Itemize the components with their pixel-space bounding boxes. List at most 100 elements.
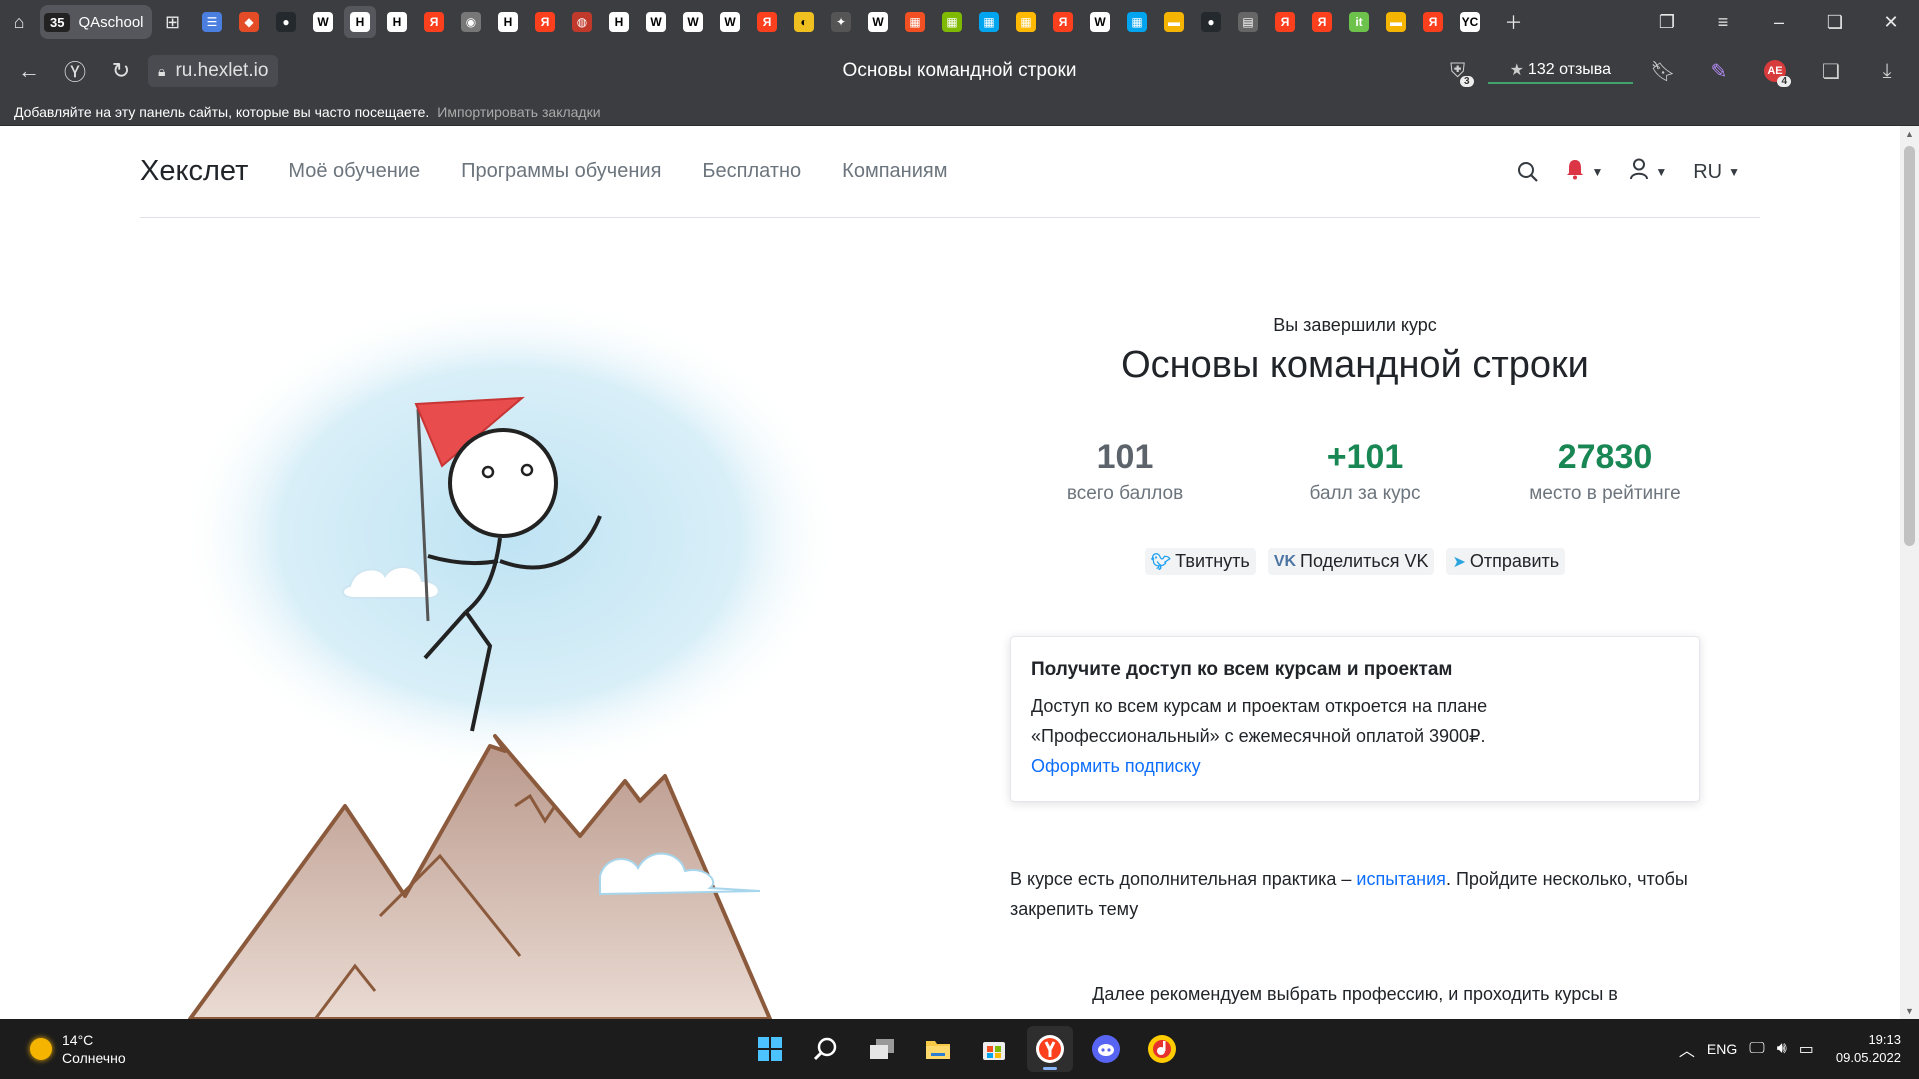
site-logo[interactable]: Хекслет [140,155,248,188]
home-icon[interactable]: ⌂ [0,3,38,41]
browser-tab[interactable]: W [1084,6,1116,38]
scroll-down-icon[interactable]: ▼ [1900,1003,1919,1019]
browser-tab[interactable]: Я [1306,6,1338,38]
subscription-card: Получите доступ ко всем курсам и проекта… [1010,636,1700,802]
yandex-icon[interactable]: Ⓨ [52,48,98,94]
store-icon[interactable] [971,1026,1017,1072]
browser-tab[interactable]: W [640,6,672,38]
page-scrollbar[interactable]: ▲ ▼ [1900,126,1919,1019]
browser-tab[interactable]: YC [1454,6,1486,38]
favicon-icon: ◐ [794,12,815,32]
yandex-browser-icon[interactable] [1027,1026,1073,1072]
browser-tab[interactable]: Я [751,6,783,38]
minimize-icon[interactable]: – [1751,3,1807,41]
browser-tab[interactable]: ◉ [455,6,487,38]
discord-icon[interactable] [1083,1026,1129,1072]
tab-group[interactable]: 35 QAschool [40,5,152,39]
favicon-icon: ▬ [1386,12,1407,32]
challenges-link[interactable]: испытания [1356,869,1446,889]
show-hidden-icons-icon[interactable]: ︿ [1679,1037,1695,1061]
menu-icon[interactable]: ≡ [1695,3,1751,41]
input-language[interactable]: ENG [1707,1041,1737,1057]
task-view-icon[interactable] [859,1026,905,1072]
vk-icon: VK [1273,552,1297,570]
back-icon[interactable]: ← [6,48,52,94]
bookmark-icon[interactable]: 🔖︎ [1637,49,1689,93]
search-icon[interactable] [803,1026,849,1072]
share-vk-button[interactable]: VK Поделиться VK [1267,548,1435,575]
browser-tab[interactable]: W [677,6,709,38]
browser-tab[interactable]: W [862,6,894,38]
start-icon[interactable] [747,1026,793,1072]
language-switcher[interactable]: RU ▼ [1693,161,1740,184]
browser-tab[interactable]: ◆ [233,6,265,38]
browser-tab[interactable]: Я [1417,6,1449,38]
browser-tab[interactable]: W [307,6,339,38]
favicon-icon: W [720,12,741,32]
browser-tab[interactable]: H [381,6,413,38]
browser-tab[interactable]: Я [418,6,450,38]
close-icon[interactable]: ✕ [1863,3,1919,41]
nav-free[interactable]: Бесплатно [702,160,801,183]
browser-tab[interactable]: H [344,6,377,38]
browser-tab[interactable]: Я [1047,6,1079,38]
browser-tab[interactable]: it [1343,6,1375,38]
browser-tab[interactable]: ▦ [1121,6,1153,38]
new-tab-icon[interactable]: ＋ [1495,3,1533,41]
volume-icon[interactable]: 🔊︎ [1777,1040,1787,1058]
scroll-up-icon[interactable]: ▲ [1900,126,1919,142]
file-explorer-icon[interactable] [915,1026,961,1072]
collections-icon[interactable]: ❐ [1639,3,1695,41]
weather-widget[interactable]: 14°C Солнечно [30,1031,126,1067]
feather-icon[interactable]: ✎ [1693,49,1745,93]
tweet-button[interactable]: 🐦︎ Твитнуть [1144,548,1256,575]
browser-tab[interactable]: ◐ [788,6,820,38]
nav-companies[interactable]: Компаниям [842,160,947,183]
address-bar-actions: ⛨ 3 ★ 132 отзыва 🔖︎ ✎ AE 4 ❏ ⤓ [1432,44,1919,98]
browser-tab[interactable]: ☰ [196,6,228,38]
display-icon[interactable]: 🖵︎ [1749,1040,1764,1058]
restore-icon[interactable]: ❏ [1807,3,1863,41]
music-icon[interactable] [1139,1026,1185,1072]
favicon-icon: Я [1423,12,1444,32]
scroll-thumb[interactable] [1904,146,1915,546]
reader-icon[interactable]: ❏ [1805,49,1857,93]
browser-tab[interactable]: W [714,6,746,38]
browser-tab-bar: ⌂ 35 QAschool ⊞ ☰ ◆ ● W H H Я ◉ H Я ◍ H W W W Я ◐ ✦ W ▦ ▦ ▦ ▦ Я… [0,0,1919,44]
browser-tab[interactable]: H [603,6,635,38]
browser-tab[interactable]: ✦ [825,6,857,38]
nav-programs[interactable]: Программы обучения [461,160,661,183]
favicon-icon: W [868,12,889,32]
practice-text: В курсе есть дополнительная практика – и… [1010,864,1700,924]
download-icon[interactable]: ⤓ [1861,49,1913,93]
browser-tab[interactable]: Я [1269,6,1301,38]
favicon-icon: ▤ [1238,12,1259,32]
browser-tab[interactable]: Я [529,6,561,38]
extension-icon[interactable]: AE 4 [1749,49,1801,93]
protect-icon[interactable]: ⛨ 3 [1432,49,1484,93]
browser-tab[interactable]: ◍ [566,6,598,38]
import-bookmarks-link[interactable]: Импортировать закладки [437,104,600,120]
telegram-button[interactable]: ➤ Отправить [1446,548,1566,575]
browser-tab[interactable]: ● [1195,6,1227,38]
subscribe-link[interactable]: Оформить подписку [1031,756,1201,776]
browser-tab[interactable]: ▬ [1158,6,1190,38]
reload-icon[interactable]: ↻ [98,48,144,94]
reviews-button[interactable]: ★ 132 отзыва [1487,58,1633,84]
stat-course-points: +101 балл за курс [1250,438,1480,505]
browser-tab[interactable]: ▬ [1380,6,1412,38]
browser-tab[interactable]: ● [270,6,302,38]
browser-tab[interactable]: ▦ [973,6,1005,38]
new-tab-group-icon[interactable]: ⊞ [152,3,194,41]
browser-tab[interactable]: H [492,6,524,38]
browser-tab[interactable]: ▦ [899,6,931,38]
browser-tab[interactable]: ▦ [1010,6,1042,38]
nav-my-learning[interactable]: Моё обучение [288,160,420,183]
favicon-icon: ▦ [905,12,926,32]
url-field[interactable]: 🔒︎ ru.hexlet.io [148,55,279,87]
browser-tab[interactable]: ▦ [936,6,968,38]
telegram-label: Отправить [1469,551,1560,571]
battery-icon[interactable]: ▭ [1799,1039,1814,1059]
clock[interactable]: 19:13 09.05.2022 [1836,1031,1901,1067]
browser-tab[interactable]: ▤ [1232,6,1264,38]
